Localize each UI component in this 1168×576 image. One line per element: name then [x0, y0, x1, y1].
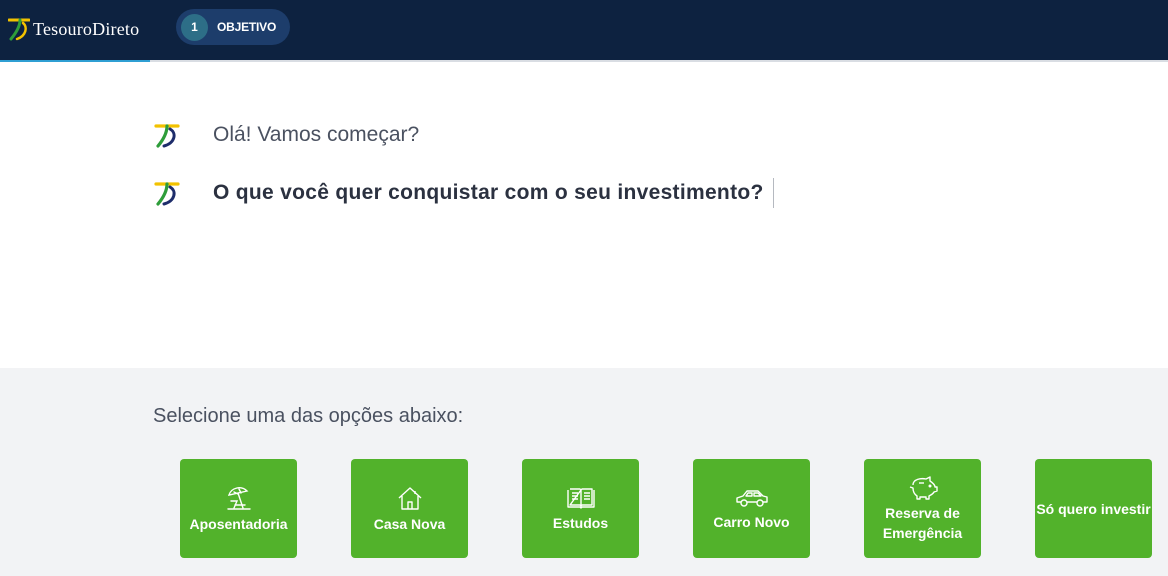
options-prompt: Selecione uma das opções abaixo: [153, 405, 464, 427]
top-bar: TesouroDireto 1 OBJETIVO [0, 0, 1168, 62]
piggy-bank-icon [909, 475, 938, 500]
option-estudos-button[interactable]: Estudos [522, 459, 639, 558]
chat-question-text: O que você quer conquistar com o seu inv… [213, 181, 764, 204]
options-panel: Selecione uma das opções abaixo: Aposent… [0, 368, 1168, 576]
bot-avatar-icon [154, 124, 180, 148]
book-icon [566, 487, 595, 509]
car-icon [735, 489, 768, 507]
chat-area: Olá! Vamos começar? O que você quer conq… [0, 62, 1168, 368]
brand-name: TesouroDireto [33, 18, 140, 39]
bot-avatar-icon [154, 182, 180, 206]
tesouro-direto-logo-icon [8, 18, 30, 41]
typing-caret [772, 178, 774, 208]
step-label: OBJETIVO [217, 20, 277, 34]
chat-message: Olá! Vamos começar? [154, 122, 419, 148]
option-label: Reserva de Emergência [882, 504, 963, 541]
option-aposentadoria-button[interactable]: Aposentadoria [180, 459, 297, 558]
option-label: Carro Novo [713, 513, 790, 530]
option-casa-nova-button[interactable]: Casa Nova [351, 459, 468, 558]
option-so-quero-investir-button[interactable]: Só quero investir [1035, 459, 1152, 558]
beach-umbrella-icon [226, 486, 251, 510]
house-icon [398, 486, 421, 510]
option-label: Só quero investir [1036, 500, 1151, 517]
option-label: Casa Nova [373, 515, 446, 532]
option-carro-novo-button[interactable]: Carro Novo [693, 459, 810, 558]
option-label: Aposentadoria [189, 515, 288, 532]
step-number: 1 [181, 13, 208, 41]
step-indicator[interactable]: 1 OBJETIVO [176, 9, 290, 45]
tesouro-direto-logo[interactable]: TesouroDireto [8, 16, 139, 42]
option-reserva-de-emergencia-button[interactable]: Reserva de Emergência [864, 459, 981, 558]
chat-message-text: Olá! Vamos começar? [213, 123, 420, 146]
chat-message: O que você quer conquistar com o seu inv… [154, 178, 774, 208]
option-label: Estudos [552, 514, 609, 531]
